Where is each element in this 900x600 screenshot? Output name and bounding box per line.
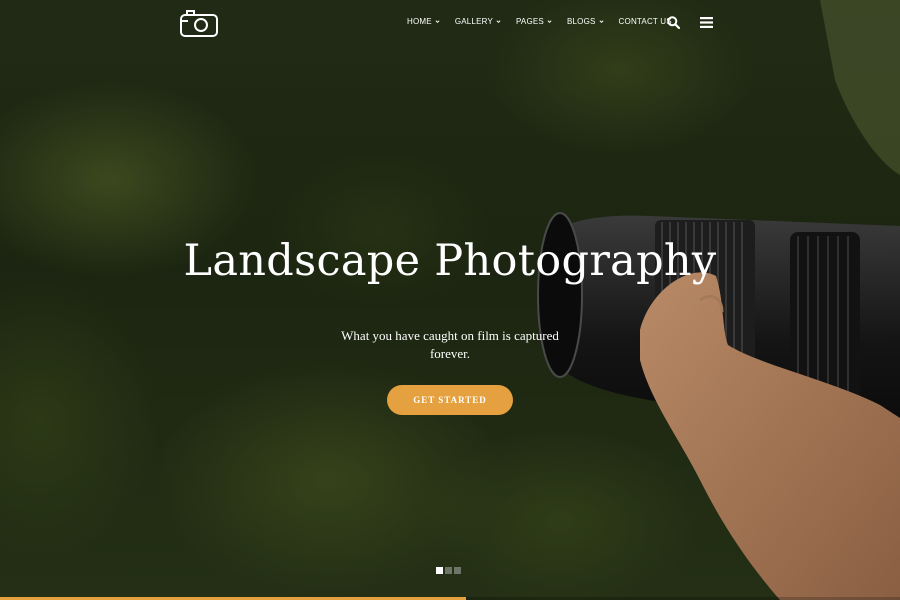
- chevron-down-icon: [599, 20, 604, 24]
- nav-item-contact-us[interactable]: CONTACT US: [619, 17, 672, 26]
- chevron-down-icon: [496, 20, 501, 24]
- slider-dot-2[interactable]: [445, 567, 452, 574]
- hamburger-menu-icon[interactable]: [700, 17, 713, 28]
- camera-icon[interactable]: [180, 9, 218, 37]
- search-icon[interactable]: [667, 16, 680, 29]
- nav-item-label: PAGES: [515, 17, 544, 26]
- hero-title: Landscape Photography: [183, 236, 717, 286]
- hero-background: [0, 0, 900, 600]
- hero-subtitle: What you have caught on film is captured…: [341, 328, 559, 361]
- nav-item-blogs[interactable]: BLOGS: [567, 17, 604, 26]
- chevron-down-icon: [547, 20, 552, 24]
- get-started-button[interactable]: GET STARTED: [387, 385, 513, 415]
- nav-item-label: GALLERY: [454, 17, 493, 26]
- camera-lens-photo: [537, 0, 900, 600]
- nav-item-gallery[interactable]: GALLERY: [455, 17, 501, 26]
- slider-dot-3[interactable]: [454, 567, 461, 574]
- main-nav: HOME GALLERY PAGES BLOGS CONTACT US: [407, 17, 672, 26]
- nav-item-label: CONTACT US: [618, 17, 672, 26]
- nav-item-label: BLOGS: [566, 17, 596, 26]
- slider-dot-1[interactable]: [436, 567, 443, 574]
- nav-item-label: HOME: [407, 17, 432, 26]
- nav-item-home[interactable]: HOME: [407, 17, 440, 26]
- slider-pagination: [436, 567, 461, 574]
- chevron-down-icon: [435, 20, 440, 24]
- top-navbar: HOME GALLERY PAGES BLOGS CONTACT US: [0, 0, 900, 46]
- nav-item-pages[interactable]: PAGES: [516, 17, 552, 26]
